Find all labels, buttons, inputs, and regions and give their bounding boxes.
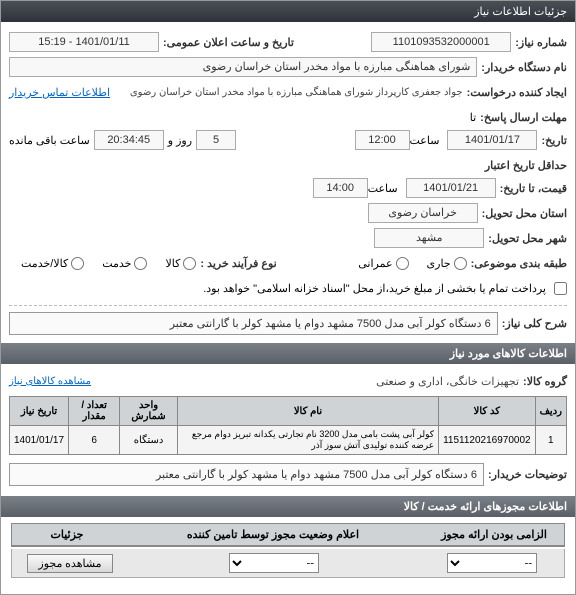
desc-label: شرح کلی نیاز: xyxy=(502,317,567,330)
announce-field: 1401/01/11 - 15:19 xyxy=(9,32,159,52)
purchase-both-radio[interactable] xyxy=(71,257,84,270)
budget-omrani[interactable]: عمرانی xyxy=(358,257,408,270)
td-qty: 6 xyxy=(69,426,120,455)
deadline-date: 1401/01/17 xyxy=(447,130,537,150)
city-field: مشهد xyxy=(374,228,484,248)
table-row: 1 1151120216970002 کولر آبی پشت بامی مدل… xyxy=(10,426,567,455)
td-name: کولر آبی پشت بامی مدل 3200 نام تجارتی یک… xyxy=(177,426,438,455)
permits-col1: الزامی بودن ارائه مجوز xyxy=(424,524,564,546)
province-field: خراسان رضوی xyxy=(368,203,478,223)
purchase-type-label: نوع فرآیند خرید : xyxy=(200,257,276,270)
td-code: 1151120216970002 xyxy=(439,426,536,455)
td-date: 1401/01/17 xyxy=(10,426,69,455)
budget-label: طبقه بندی موضوعی: xyxy=(471,257,567,270)
day-label: روز و xyxy=(168,134,192,147)
price-to-label: قیمت، تا تاریخ: xyxy=(500,182,567,195)
hour-label-1: ساعت xyxy=(410,134,440,147)
city-label: شهر محل تحویل: xyxy=(488,232,567,245)
th-idx: ردیف xyxy=(535,397,566,426)
purchase-radios: کالا خدمت کالا/خدمت xyxy=(9,257,196,270)
permit-status-select[interactable]: -- xyxy=(229,553,319,573)
payment-checkbox[interactable] xyxy=(554,282,567,295)
remain-time: 20:34:45 xyxy=(94,130,164,150)
details-window: جزئیات اطلاعات نیاز شماره نیاز: 11010935… xyxy=(0,0,576,595)
group-value: تجهیزات خانگی، اداری و صنعتی xyxy=(376,375,519,388)
history-label: تاریخ: xyxy=(541,134,567,147)
validity-date: 1401/01/21 xyxy=(406,178,496,198)
permits-col2: اعلام وضعیت مجوز توسط تامین کننده xyxy=(122,524,424,546)
validity-label: حداقل تاریخ اعتبار xyxy=(485,159,567,172)
table-header-row: ردیف کد کالا نام کالا واحد شمارش تعداد /… xyxy=(10,397,567,426)
days-remaining: 5 xyxy=(196,130,236,150)
buyer-note-label: توضیحات خریدار: xyxy=(488,468,567,481)
budget-radios: جاری عمرانی xyxy=(346,257,466,270)
permits-header-row: الزامی بودن ارائه مجوز اعلام وضعیت مجوز … xyxy=(11,523,565,547)
permit-required-select[interactable]: -- xyxy=(447,553,537,573)
hour-label-2: ساعت xyxy=(368,182,398,195)
payment-check[interactable]: پرداخت تمام یا بخشی از مبلغ خرید،از محل … xyxy=(203,282,567,295)
send-deadline-label: مهلت ارسال پاسخ: xyxy=(480,111,567,124)
buyer-label: نام دستگاه خریدار: xyxy=(481,61,567,74)
window-titlebar: جزئیات اطلاعات نیاز xyxy=(1,1,575,22)
validity-time: 14:00 xyxy=(313,178,368,198)
requester-value: جواد جعفری کارپرداز شورای هماهنگی مبارزه… xyxy=(110,87,463,98)
th-unit: واحد شمارش xyxy=(120,397,178,426)
purchase-service[interactable]: خدمت xyxy=(102,257,147,270)
form-content: شماره نیاز: 1101093532000001 تاریخ و ساع… xyxy=(1,22,575,594)
budget-omrani-radio[interactable] xyxy=(396,257,409,270)
announce-label: تاریخ و ساعت اعلان عمومی: xyxy=(163,36,294,49)
buyer-field: شورای هماهنگی مبارزه با مواد مخدر استان … xyxy=(9,57,477,77)
desc-box: 6 دستگاه کولر آبی مدل 7500 مشهد دوام یا … xyxy=(9,312,498,335)
items-table: ردیف کد کالا نام کالا واحد شمارش تعداد /… xyxy=(9,396,567,455)
more-goods-link[interactable]: مشاهده کالاهای نیاز xyxy=(9,376,91,387)
th-qty: تعداد / مقدار xyxy=(69,397,120,426)
province-label: استان محل تحویل: xyxy=(482,207,567,220)
budget-jari[interactable]: جاری xyxy=(427,257,467,270)
td-idx: 1 xyxy=(535,426,566,455)
buyer-note-box: 6 دستگاه کولر آبی مدل 7500 مشهد دوام یا … xyxy=(9,463,484,486)
deadline-time: 12:00 xyxy=(355,130,410,150)
remain-text: ساعت باقی مانده xyxy=(9,134,90,147)
permits-col3: جزئیات xyxy=(12,524,122,546)
need-no-label: شماره نیاز: xyxy=(515,36,567,49)
view-permit-button[interactable]: مشاهده مجوز xyxy=(27,554,112,573)
purchase-goods[interactable]: کالا xyxy=(165,257,196,270)
to-label: تا xyxy=(470,111,476,124)
td-unit: دستگاه xyxy=(120,426,178,455)
buyer-contact-link[interactable]: اطلاعات تماس خریدار xyxy=(9,86,110,99)
permits-row: -- -- مشاهده مجوز xyxy=(11,549,565,578)
purchase-service-radio[interactable] xyxy=(134,257,147,270)
purchase-both[interactable]: کالا/خدمت xyxy=(21,257,84,270)
requester-label: ایجاد کننده درخواست: xyxy=(467,86,567,99)
purchase-goods-radio[interactable] xyxy=(183,257,196,270)
window-title: جزئیات اطلاعات نیاز xyxy=(474,6,567,18)
budget-jari-radio[interactable] xyxy=(454,257,467,270)
th-name: نام کالا xyxy=(177,397,438,426)
th-date: تاریخ نیاز xyxy=(10,397,69,426)
th-code: کد کالا xyxy=(439,397,536,426)
group-label: گروه کالا: xyxy=(523,375,567,388)
section-permits-header: اطلاعات مجوزهای ارائه خدمت / کالا xyxy=(1,496,575,517)
section-items-header: اطلاعات کالاهای مورد نیاز xyxy=(1,343,575,364)
need-no-field: 1101093532000001 xyxy=(371,32,511,52)
